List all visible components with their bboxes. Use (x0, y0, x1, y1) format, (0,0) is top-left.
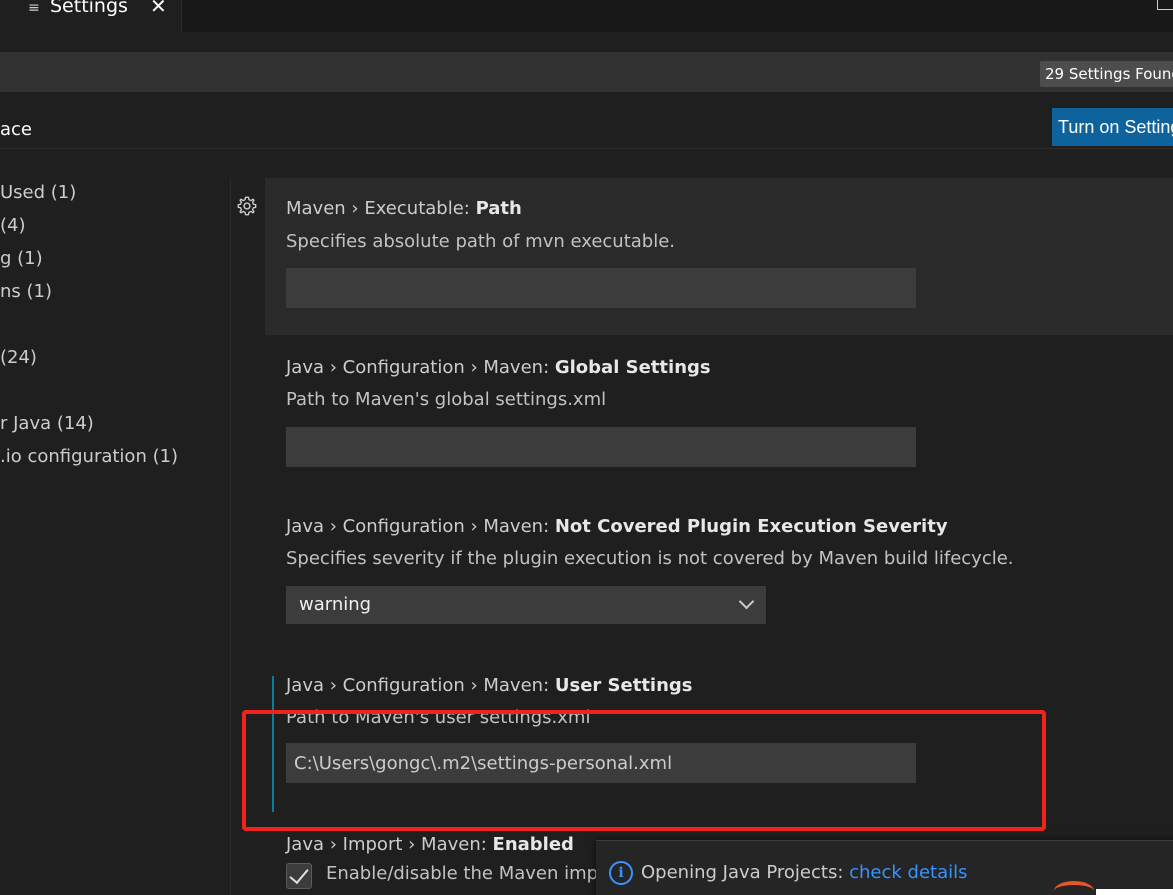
annotation-highlight (242, 710, 1046, 831)
setting-title: Java › Configuration › Maven: Global Set… (286, 357, 711, 378)
annotation-mark (1054, 881, 1094, 895)
settings-file-icon: ≡ (28, 0, 40, 16)
chevron-down-icon (738, 593, 755, 610)
setting-description: Path to Maven's global settings.xml (286, 389, 607, 410)
toc-item-extensions[interactable]: (24) (0, 347, 37, 368)
setting-name: Not Covered Plugin Execution Severity (554, 516, 948, 537)
check-icon (289, 863, 309, 885)
global-settings-input[interactable] (286, 427, 916, 467)
setting-category: Java › Configuration › Maven: (286, 675, 555, 696)
search-results-count: 29 Settings Found (1040, 61, 1173, 87)
toc-divider (230, 178, 231, 895)
settings-toc: Used (1) (4) g (1) ns (1) (24) r Java (1… (0, 149, 230, 895)
severity-select[interactable]: warning (286, 586, 766, 624)
setting-maven-executable-path: Maven › Executable: Path Specifies absol… (265, 178, 1173, 335)
setting-description: Specifies severity if the plugin executi… (286, 548, 1014, 569)
tab-workspace-scope[interactable]: ace (0, 119, 32, 140)
editor-tab-bar: ≡ Settings ✕ (0, 0, 1173, 32)
setting-global-settings: Java › Configuration › Maven: Global Set… (265, 337, 1173, 495)
setting-category: Java › Configuration › Maven: (286, 357, 555, 378)
turn-on-settings-sync-button[interactable]: Turn on Settings Sync (1052, 108, 1173, 146)
tab-settings[interactable]: ≡ Settings ✕ (0, 0, 182, 32)
setting-title: Java › Import › Maven: Enabled (286, 834, 574, 855)
import-maven-enabled-checkbox[interactable] (286, 863, 312, 889)
toc-item-io-configuration[interactable]: .io configuration (1) (0, 446, 178, 467)
info-icon: i (609, 861, 633, 885)
check-details-link[interactable]: check details (849, 862, 967, 883)
setting-category: Java › Configuration › Maven: (286, 516, 555, 537)
toc-item[interactable]: ns (1) (0, 281, 52, 302)
toast-message: Opening Java Projects: check details (641, 862, 968, 883)
setting-category: Java › Import › Maven: (286, 834, 493, 855)
toast-message-text: Opening Java Projects: (641, 862, 850, 883)
toc-item-commonly-used[interactable]: Used (1) (0, 182, 76, 203)
setting-name: User Settings (554, 675, 693, 696)
overlay-panel (1096, 889, 1173, 895)
setting-name: Global Settings (554, 357, 711, 378)
notification-toast: i Opening Java Projects: check details (596, 840, 1173, 895)
setting-not-covered-plugin-execution-severity: Java › Configuration › Maven: Not Covere… (265, 496, 1173, 654)
gear-icon[interactable] (236, 195, 258, 217)
maven-executable-path-input[interactable] (286, 268, 916, 308)
setting-title: Java › Configuration › Maven: Not Covere… (286, 516, 948, 537)
settings-search-input[interactable] (0, 52, 1173, 92)
tab-label: Settings (50, 0, 128, 17)
toc-item[interactable]: (4) (0, 215, 26, 236)
severity-selected-value: warning (299, 594, 372, 615)
setting-description: Specifies absolute path of mvn executabl… (286, 231, 676, 252)
setting-title: Maven › Executable: Path (286, 198, 522, 219)
setting-title: Java › Configuration › Maven: User Setti… (286, 675, 693, 696)
setting-name: Enabled (492, 834, 574, 855)
split-editor-icon[interactable] (1157, 0, 1173, 10)
setting-category: Maven › Executable: (286, 198, 476, 219)
close-icon[interactable]: ✕ (150, 0, 167, 18)
toc-item-maven-for-java[interactable]: r Java (14) (0, 413, 94, 434)
setting-name: Path (475, 198, 522, 219)
toc-item[interactable]: g (1) (0, 248, 43, 269)
